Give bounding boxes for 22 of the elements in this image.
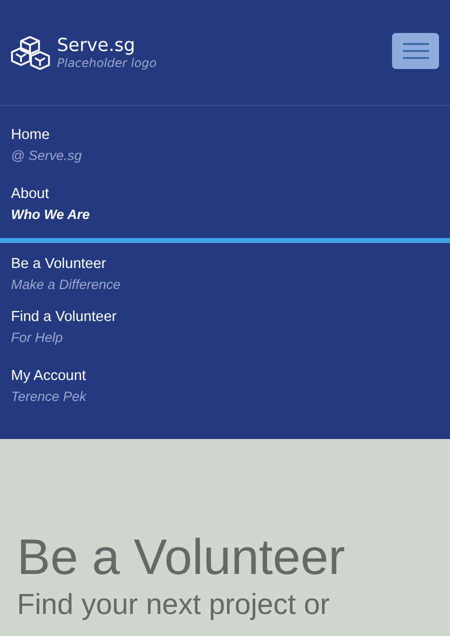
hero-title: Be a Volunteer (17, 528, 346, 587)
nav-subtitle: For Help (11, 329, 64, 347)
hero-subtitle: Find your next project or (17, 588, 331, 623)
nav-title: My Account (11, 367, 87, 386)
brand-name[interactable]: Serve.sg (57, 36, 157, 56)
nav-item[interactable]: Find a Volunteer For Help (0, 302, 450, 361)
nav-subtitle: Make a Difference (11, 276, 122, 294)
nav-item[interactable]: Be a Volunteer Make a Difference (0, 243, 450, 302)
logo-tagline: Placeholder logo (57, 56, 157, 70)
nav-subtitle: Terence Pek (11, 388, 88, 406)
nav-subtitle: @ Serve.sg (11, 147, 83, 165)
nav-item[interactable]: About Who We Are (0, 179, 450, 243)
menu-button[interactable] (392, 32, 439, 68)
nav-title: Home (11, 126, 51, 145)
nav-title: Find a Volunteer (11, 308, 118, 327)
nav-title: About (11, 185, 50, 204)
nav-title: Be a Volunteer (11, 255, 108, 274)
cubes-logo-icon (11, 34, 51, 70)
nav-subtitle: Who We Are (11, 206, 91, 224)
nav-item[interactable]: Home @ Serve.sg (0, 120, 450, 179)
nav-item[interactable]: My Account Terence Pek (0, 361, 450, 420)
menu-icon (402, 42, 428, 58)
